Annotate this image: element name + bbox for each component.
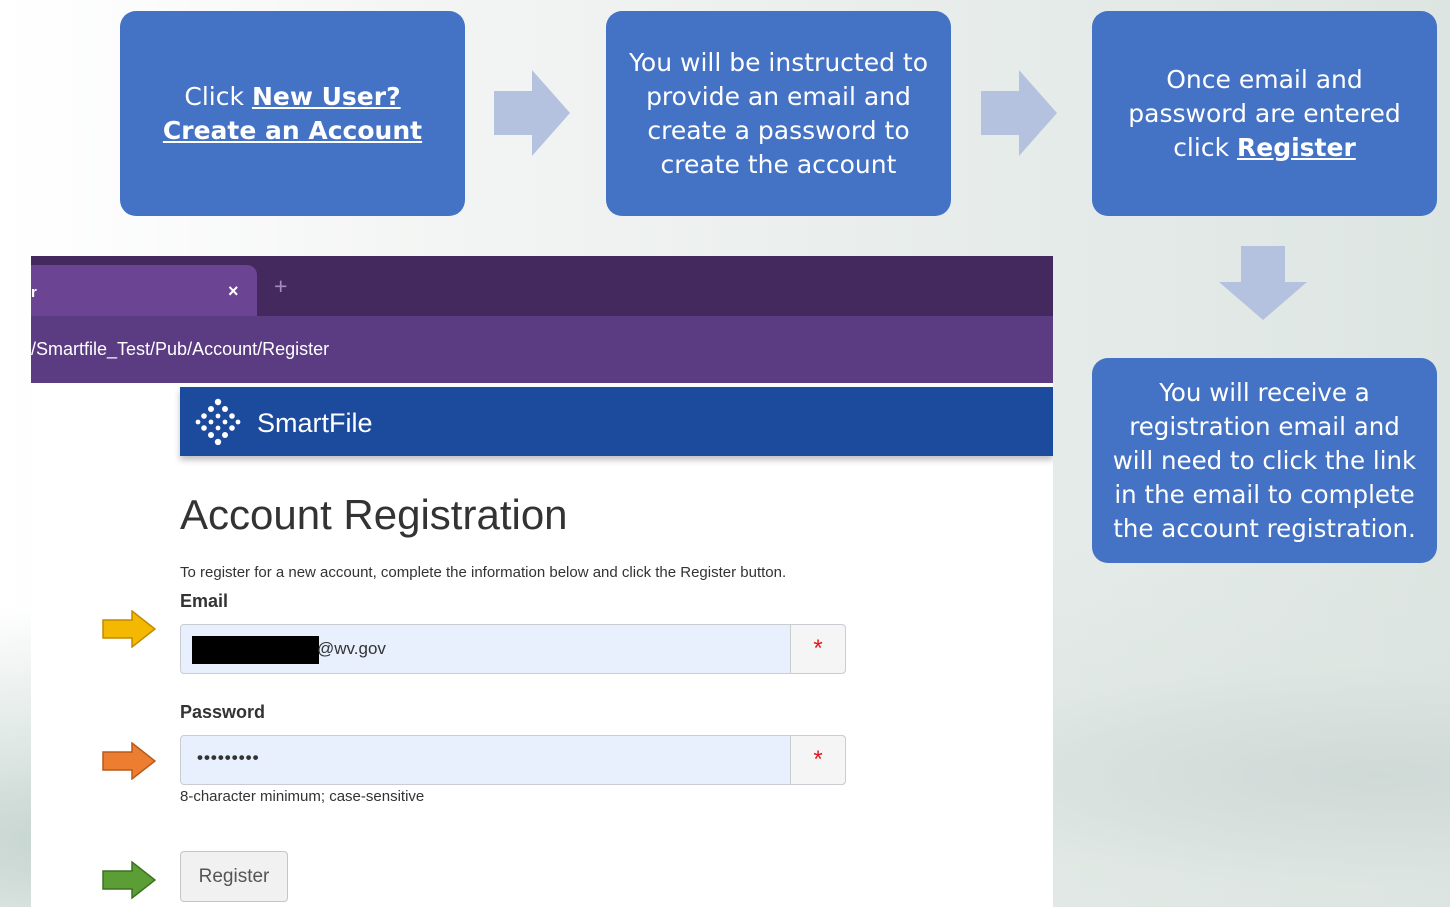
browser-window: r × + /Smartfile_Test/Pub/Account/Regist…: [31, 256, 1053, 907]
right-arrow-icon: [494, 70, 570, 156]
password-pointer-arrow-icon: [102, 742, 156, 780]
redaction-block: [192, 636, 319, 664]
register-pointer-arrow-icon: [102, 861, 156, 899]
register-button[interactable]: Register: [180, 851, 288, 902]
browser-tab[interactable]: r ×: [31, 265, 257, 316]
password-hint: 8-character minimum; case-sensitive: [180, 788, 425, 805]
url-text: /Smartfile_Test/Pub/Account/Register: [31, 339, 330, 359]
page-title: Account Registration: [180, 491, 568, 538]
step-1-text: Click: [184, 81, 252, 111]
step-3-box: Once email and password are entered clic…: [1092, 11, 1437, 216]
step-1-box: Click New User? Create an Account: [120, 11, 465, 216]
new-tab-icon[interactable]: +: [274, 273, 287, 300]
email-pointer-arrow-icon: [102, 610, 156, 648]
email-label: Email: [180, 591, 229, 611]
step-3-link-text: Register: [1237, 132, 1356, 162]
password-field[interactable]: ••••••••• *: [180, 735, 846, 785]
password-label: Password: [180, 702, 266, 722]
down-arrow-icon: [1219, 246, 1307, 320]
right-arrow-icon: [981, 70, 1057, 156]
tab-bar: r × +: [31, 256, 1053, 316]
address-bar-field[interactable]: /Smartfile_Test/Pub/Account/Register: [31, 316, 1053, 383]
email-field[interactable]: @wv.gov *: [180, 624, 846, 674]
step-2-text: You will be instructed to provide an ema…: [628, 47, 929, 179]
smartfile-logo-icon: [195, 398, 241, 445]
address-bar[interactable]: /Smartfile_Test/Pub/Account/Register: [31, 316, 1053, 383]
page-description: To register for a new account, complete …: [180, 564, 787, 581]
app-header: SmartFile: [180, 387, 1053, 456]
tab-title: r: [31, 284, 37, 301]
required-asterisk-icon: *: [790, 736, 845, 784]
app-name: SmartFile: [257, 408, 373, 438]
step-4-text: You will receive a registration email an…: [1112, 377, 1417, 543]
required-asterisk-icon: *: [790, 625, 845, 673]
email-value: @wv.gov: [317, 639, 386, 658]
page-content: SmartFile Account Registration To regist…: [31, 384, 1053, 907]
close-icon[interactable]: ×: [228, 281, 239, 302]
password-value: •••••••••: [197, 748, 260, 767]
step-2-box: You will be instructed to provide an ema…: [606, 11, 951, 216]
step-4-box: You will receive a registration email an…: [1092, 358, 1437, 563]
